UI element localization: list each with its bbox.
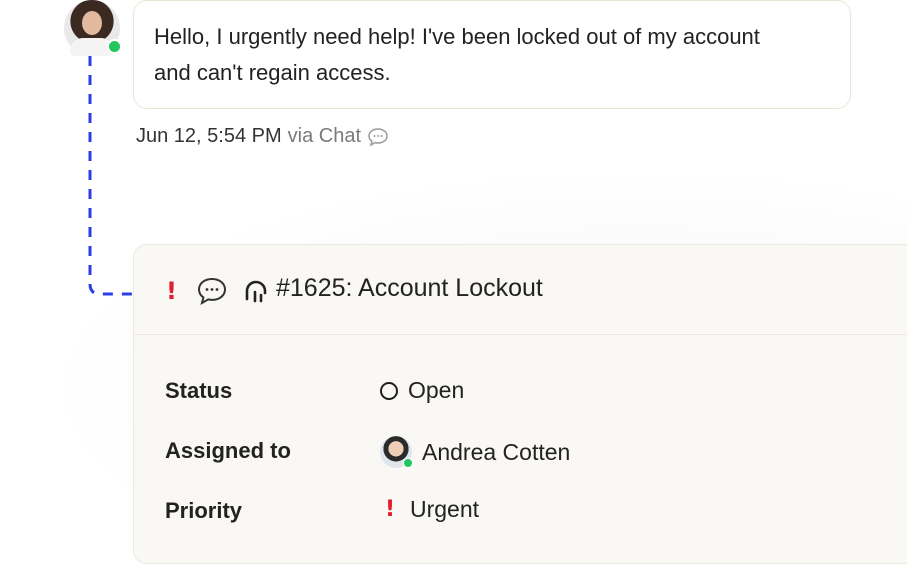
message-channel: via Chat [287,125,362,147]
message-text: Hello, I urgently need help! I've been l… [154,24,760,85]
message-bubble: Hello, I urgently need help! I've been l… [133,0,851,109]
chat-channel-icon [197,277,227,306]
ticket-title[interactable]: #1625: Account Lockout [276,274,543,303]
priority-value[interactable]: ! Urgent [380,496,479,523]
chat-bubble-icon [368,127,388,147]
message-timestamp: Jun 12, 5:54 PM [136,125,282,147]
status-value[interactable]: Open [380,377,464,404]
assignee-online-indicator [403,458,413,468]
priority-label: Priority [165,498,243,523]
urgent-priority-icon: ! [384,497,396,522]
customer-avatar[interactable] [64,0,122,56]
priority-text: Urgent [410,496,480,522]
assignee-avatar [380,436,413,468]
ticket-card[interactable]: ! #1625: Account Lockout Status Open Ass… [133,244,907,564]
ticket-header: ! #1625: Account Lockout [134,245,907,335]
urgent-priority-icon: ! [166,277,177,305]
message-meta: Jun 12, 5:54 PM via Chat [136,125,389,148]
assignee-name: Andrea Cotten [422,438,571,465]
conversation-connector [88,56,132,296]
status-label: Status [165,378,233,403]
open-status-icon [380,381,398,400]
assigned-label: Assigned to [165,438,291,463]
assignee-value[interactable]: Andrea Cotten [380,436,570,468]
online-status-indicator [107,39,122,54]
avatar-face [82,11,102,35]
status-text: Open [408,377,465,403]
signal-icon [245,280,267,303]
